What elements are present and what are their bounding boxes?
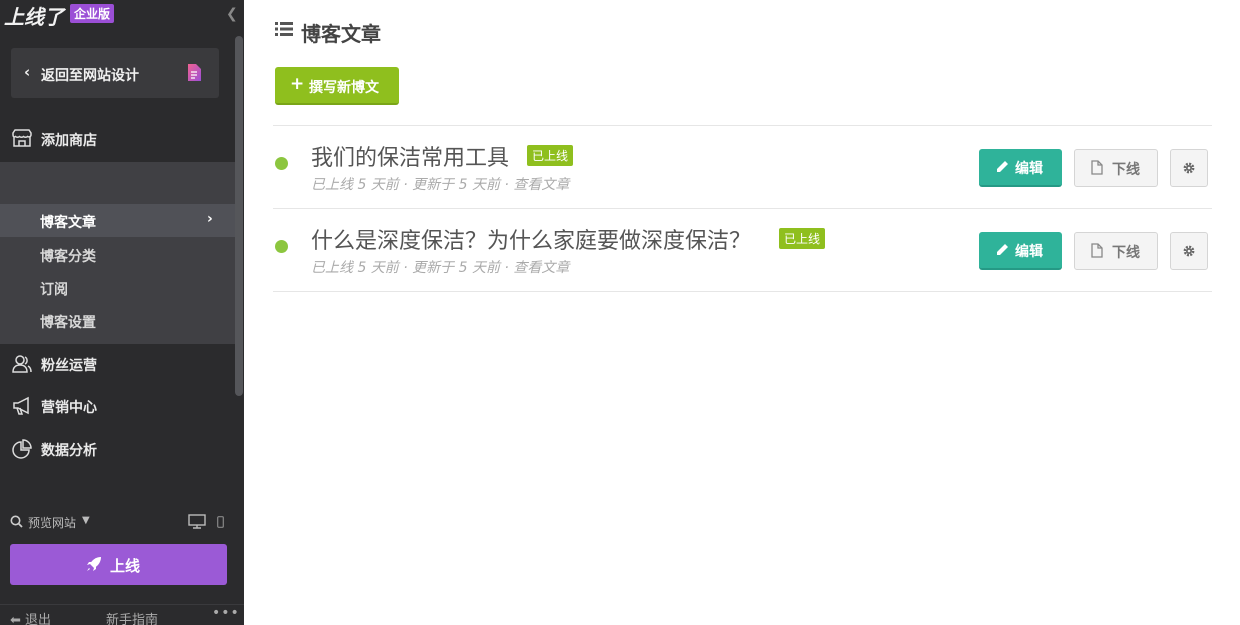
chevron-right-icon: ›	[207, 211, 213, 227]
desktop-icon[interactable]	[188, 514, 206, 529]
sidebar-item-label: 添加商店	[41, 133, 97, 149]
write-new-post-button[interactable]: + 撰写新博文	[275, 67, 399, 105]
sidebar-scrollbar[interactable]	[235, 36, 243, 396]
settings-button[interactable]	[1170, 149, 1208, 187]
caret-down-icon[interactable]: ▼	[82, 515, 90, 526]
store-icon	[12, 129, 32, 147]
logo-row: 上线了 企业版 ❮	[0, 0, 244, 30]
post-title[interactable]: 我们的保洁常用工具	[311, 140, 509, 172]
offline-label: 下线	[1112, 245, 1140, 261]
publish-button[interactable]: 上线	[10, 544, 227, 585]
plus-icon: +	[290, 74, 305, 94]
publish-label: 上线	[110, 557, 141, 575]
more-icon[interactable]: •••	[212, 605, 240, 621]
edit-label: 编辑	[1015, 244, 1043, 260]
status-dot	[275, 240, 288, 253]
post-meta: 已上线 5 天前 · 更新于 5 天前 · 查看文章	[311, 260, 570, 276]
sidebar-item-marketing[interactable]: 营销中心	[0, 387, 236, 425]
post-title[interactable]: 什么是深度保洁？为什么家庭要做深度保洁？	[311, 223, 751, 255]
preview-site-dropdown[interactable]: 预览网站	[28, 514, 76, 531]
settings-button[interactable]	[1170, 232, 1208, 270]
subitem-label: 订阅	[40, 282, 68, 298]
list-icon	[275, 22, 293, 36]
sidebar-item-add-store[interactable]: 添加商店	[0, 120, 236, 158]
gear-icon	[1183, 245, 1195, 257]
logout-label: 退出	[25, 613, 52, 625]
arrow-left-icon: ⬅	[10, 613, 21, 625]
sidebar: 上线了 企业版 ❮ ‹ 返回至网站设计 添加商店 博客 ⌄ 博客文章 ›	[0, 0, 244, 625]
status-badge: 已上线	[779, 228, 826, 249]
rocket-icon	[87, 557, 101, 571]
sidebar-subitem-blog-categories[interactable]: 博客分类	[0, 238, 236, 271]
status-dot	[275, 157, 288, 170]
pencil-icon	[997, 161, 1008, 172]
edition-badge: 企业版	[70, 4, 115, 23]
sidebar-subitem-blog-posts[interactable]: 博客文章 ›	[0, 204, 236, 237]
guide-link[interactable]: 新手指南	[106, 609, 158, 625]
pie-chart-icon	[12, 439, 32, 459]
edit-button[interactable]: 编辑	[979, 232, 1062, 270]
post-row: 什么是深度保洁？为什么家庭要做深度保洁？ 已上线 已上线 5 天前 · 更新于 …	[273, 208, 1212, 292]
new-post-label: 撰写新博文	[309, 80, 379, 96]
collapse-sidebar-icon[interactable]: ❮	[226, 6, 238, 22]
subitem-label: 博客分类	[40, 249, 96, 265]
preview-site-row: 预览网站 ▼	[10, 513, 230, 531]
offline-label: 下线	[1112, 162, 1140, 178]
edit-label: 编辑	[1015, 161, 1043, 177]
back-to-site-design-button[interactable]: ‹ 返回至网站设计	[11, 48, 219, 98]
subitem-label: 博客设置	[40, 315, 96, 331]
status-badge: 已上线	[527, 145, 574, 166]
take-offline-button[interactable]: 下线	[1074, 232, 1158, 270]
sidebar-subitem-blog-settings[interactable]: 博客设置	[0, 304, 236, 337]
sidebar-item-label: 粉丝运营	[41, 358, 97, 374]
file-icon	[1091, 243, 1103, 258]
back-label: 返回至网站设计	[41, 68, 139, 84]
brand-logo[interactable]: 上线了	[4, 1, 64, 30]
document-icon	[188, 64, 201, 81]
blog-submenu: 博客文章 › 博客分类 订阅 博客设置	[0, 162, 236, 344]
page-title: 博客文章	[301, 22, 381, 46]
pencil-icon	[997, 244, 1008, 255]
sidebar-subitem-subscribe[interactable]: 订阅	[0, 271, 236, 304]
gear-icon	[1183, 162, 1195, 174]
subitem-label: 博客文章	[40, 215, 96, 231]
logout-link[interactable]: ⬅ 退出	[10, 609, 51, 625]
post-row: 我们的保洁常用工具 已上线 已上线 5 天前 · 更新于 5 天前 · 查看文章…	[273, 125, 1212, 209]
search-icon	[10, 515, 23, 528]
sidebar-item-analytics[interactable]: 数据分析	[0, 430, 236, 468]
take-offline-button[interactable]: 下线	[1074, 149, 1158, 187]
file-icon	[1091, 160, 1103, 175]
chevron-left-icon: ‹	[24, 63, 31, 81]
edit-button[interactable]: 编辑	[979, 149, 1062, 187]
mobile-icon[interactable]	[217, 516, 224, 528]
megaphone-icon	[13, 396, 29, 415]
sidebar-item-label: 数据分析	[41, 443, 97, 459]
sidebar-item-label: 营销中心	[41, 400, 97, 416]
sidebar-item-fans[interactable]: 粉丝运营	[0, 345, 236, 383]
sidebar-footer: ⬅ 退出 新手指南 •••	[0, 604, 244, 625]
users-icon	[12, 355, 32, 373]
post-meta: 已上线 5 天前 · 更新于 5 天前 · 查看文章	[311, 177, 570, 193]
